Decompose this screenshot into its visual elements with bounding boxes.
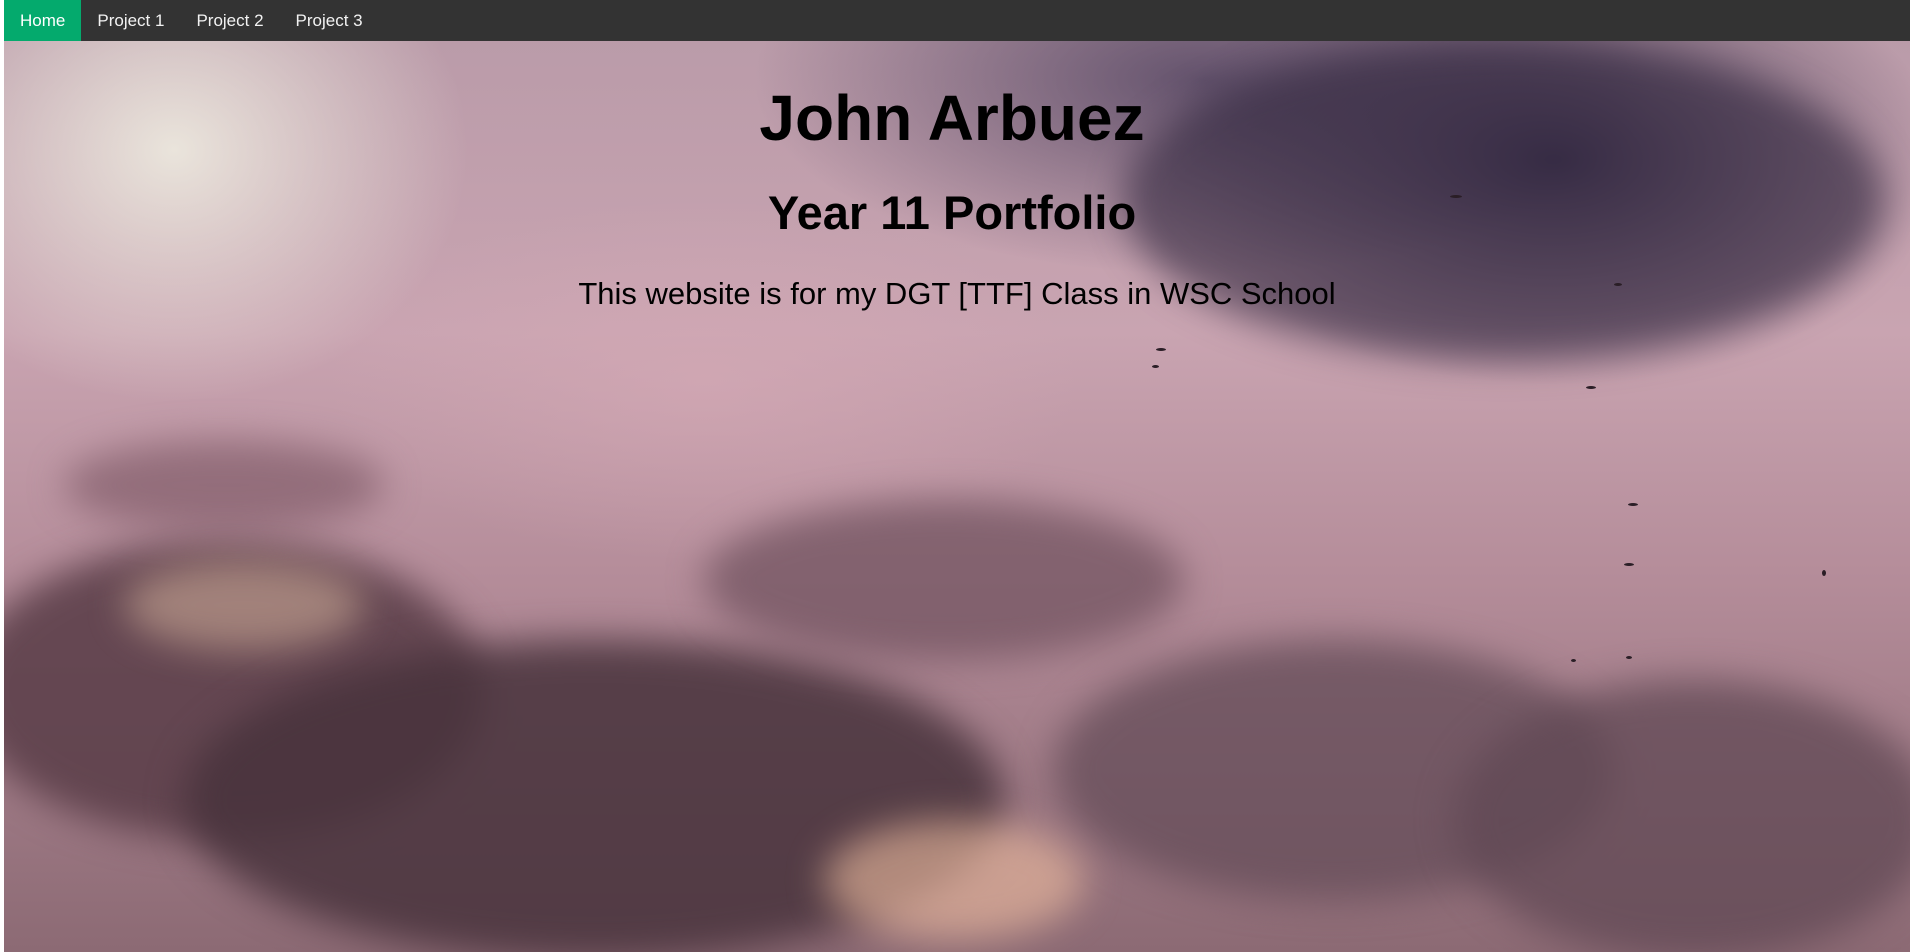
nav-project-1-link[interactable]: Project 1 [81,0,180,41]
cloud-shape [1454,680,1910,952]
cloud-shape [64,440,384,530]
cloud-shape [704,500,1184,660]
bird-silhouette [1156,348,1166,351]
page-subtitle: Year 11 Portfolio [767,186,1137,240]
bird-silhouette [1822,570,1826,576]
top-navbar: Home Project 1 Project 2 Project 3 [4,0,1910,41]
cloud-highlight [124,560,364,650]
page-description: This website is for my DGT [TTF] Class i… [578,276,1336,312]
nav-home-link[interactable]: Home [4,0,82,41]
bird-silhouette [1571,659,1576,662]
bird-silhouette [1586,386,1596,389]
cloud-highlight [824,820,1084,940]
page-title: John Arbuez [759,82,1145,154]
nav-project-3-link[interactable]: Project 3 [280,0,379,41]
hero-section: John Arbuez Year 11 Portfolio This websi… [4,41,1910,312]
bird-silhouette [1152,365,1159,368]
bird-silhouette [1628,503,1638,506]
nav-project-2-link[interactable]: Project 2 [180,0,279,41]
bird-silhouette [1626,656,1632,659]
bird-silhouette [1624,563,1634,566]
